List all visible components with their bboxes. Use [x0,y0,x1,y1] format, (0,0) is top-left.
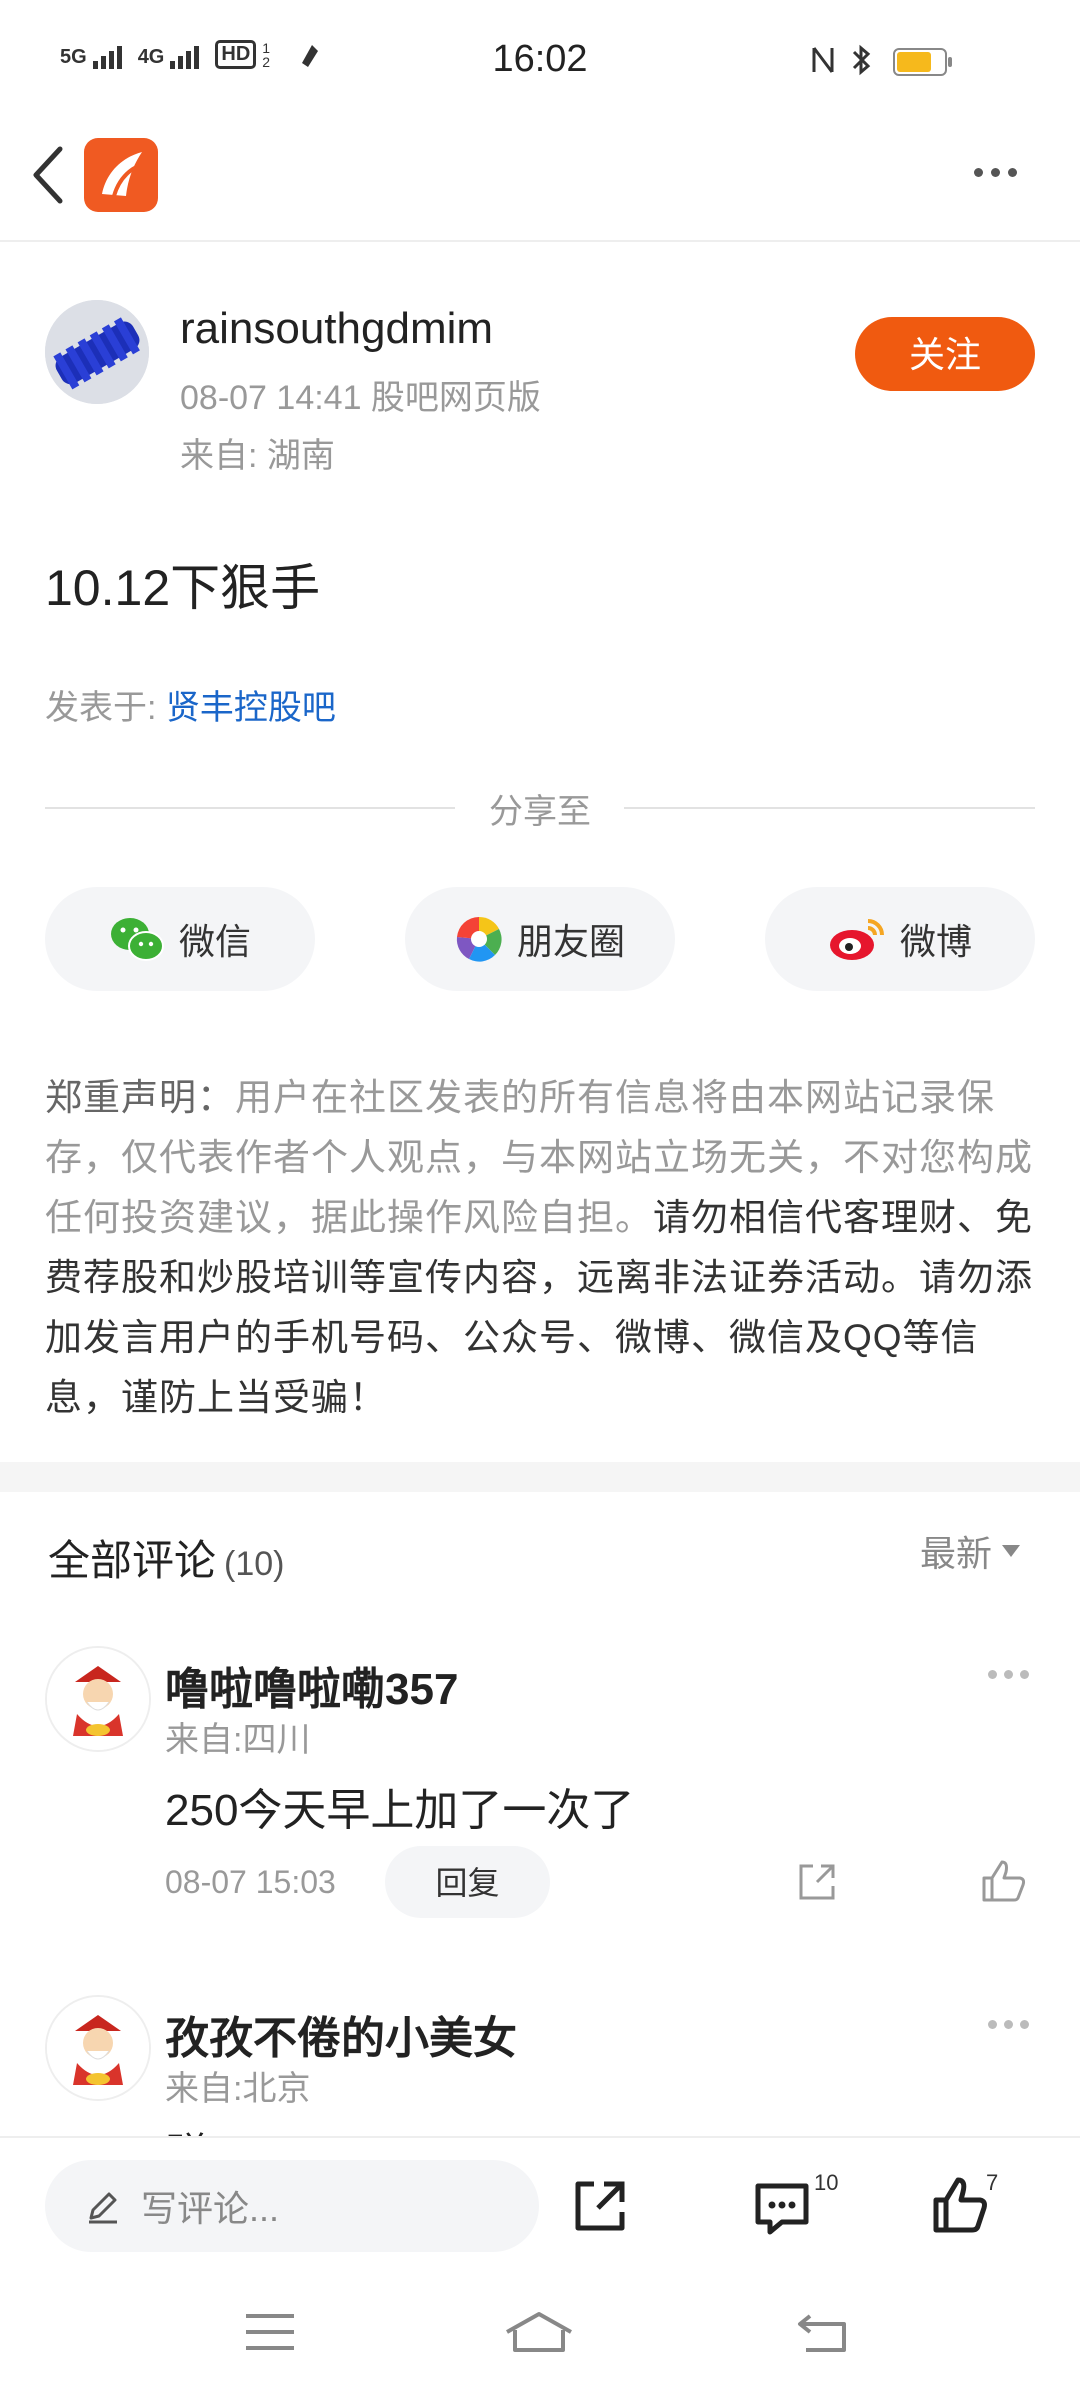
commenter-avatar[interactable] [45,1646,151,1752]
app-logo[interactable] [84,138,158,212]
like-post-button[interactable] [930,2174,990,2241]
follow-button[interactable]: 关注 [855,317,1035,391]
sort-label: 最新 [920,1533,993,1574]
like-icon[interactable] [980,1858,1028,1904]
share-moments-label: 朋友圈 [516,921,625,962]
fortune-god-avatar-icon [47,1997,149,2099]
thumbs-up-icon [933,2177,987,2233]
disclaimer-head: 郑重声明： [45,1077,235,1118]
back-nav-icon[interactable] [796,2310,850,2354]
status-bar: 5G 4G HD 1 2 16:02 [0,0,1080,120]
write-comment-placeholder: 写评论... [141,2188,280,2229]
commenter-location: 来自:北京 [165,2070,311,2108]
comments-title: 全部评论 [48,1537,217,1584]
bluetooth-icon [852,44,871,76]
fortune-god-avatar-icon [47,1648,149,1750]
commenter-name[interactable]: 噜啦噜啦嘞357 [165,1653,458,1717]
share-wechat-button[interactable]: 微信 [45,887,315,991]
sort-dropdown[interactable]: 最新 [920,1525,1021,1577]
commenter-name[interactable]: 孜孜不倦的小美女 [165,2002,517,2066]
comment-icon [755,2183,809,2235]
post-meta: 08-07 14:41 股吧网页版 [180,379,541,417]
author-avatar[interactable] [45,300,149,404]
comment-text: 250今天早上加了一次了 [165,1786,635,1835]
home-icon[interactable] [503,2310,575,2354]
nfc-icon [812,47,834,73]
comments-button[interactable] [752,2178,812,2243]
menu-icon[interactable] [244,2312,296,2352]
comment-count-badge: 10 [814,2170,839,2195]
back-icon[interactable] [28,145,68,205]
comment-more-icon[interactable] [988,2020,1029,2029]
share-post-icon[interactable] [570,2176,630,2236]
section-divider [0,1462,1080,1492]
comments-header: 全部评论 (10) [48,1527,284,1588]
post-title: 10.12下狠手 [45,560,321,616]
moments-icon [456,916,502,962]
disclaimer: 郑重声明：用户在社区发表的所有信息将由本网站记录保存，仅代表作者个人观点，与本网… [45,1068,1035,1428]
divider [624,807,1035,809]
pencil-icon [89,2192,117,2224]
commenter-location: 来自:四川 [165,1721,311,1759]
gear-image-icon [45,300,149,404]
weibo-icon [829,919,884,960]
comment-time: 08-07 15:03 [165,1864,336,1900]
top-nav-bar [0,120,1080,242]
bar-link[interactable]: 贤丰控股吧 [166,689,336,727]
share-icon[interactable] [795,1860,839,1904]
share-wechat-label: 微信 [178,921,251,962]
like-count-badge: 7 [986,2170,999,2195]
share-moments-button[interactable]: 朋友圈 [405,887,675,991]
posted-in-label: 发表于: [45,689,157,727]
share-weibo-label: 微博 [899,921,972,962]
posted-in: 发表于: 贤丰控股吧 [45,680,336,729]
more-options-icon[interactable] [974,168,1017,177]
share-weibo-button[interactable]: 微博 [765,887,1035,991]
caret-down-icon [1002,1545,1021,1557]
wechat-icon [110,918,164,961]
author-name[interactable]: rainsouthgdmim [180,304,493,354]
comment-more-icon[interactable] [988,1670,1029,1679]
comments-count: (10) [224,1545,285,1583]
post-location: 来自: 湖南 [180,437,335,475]
app-logo-icon [102,152,142,197]
battery-icon [893,48,952,76]
commenter-avatar[interactable] [45,1995,151,2101]
reply-button[interactable]: 回复 [385,1846,550,1918]
write-comment-input[interactable]: 写评论... [45,2160,539,2252]
